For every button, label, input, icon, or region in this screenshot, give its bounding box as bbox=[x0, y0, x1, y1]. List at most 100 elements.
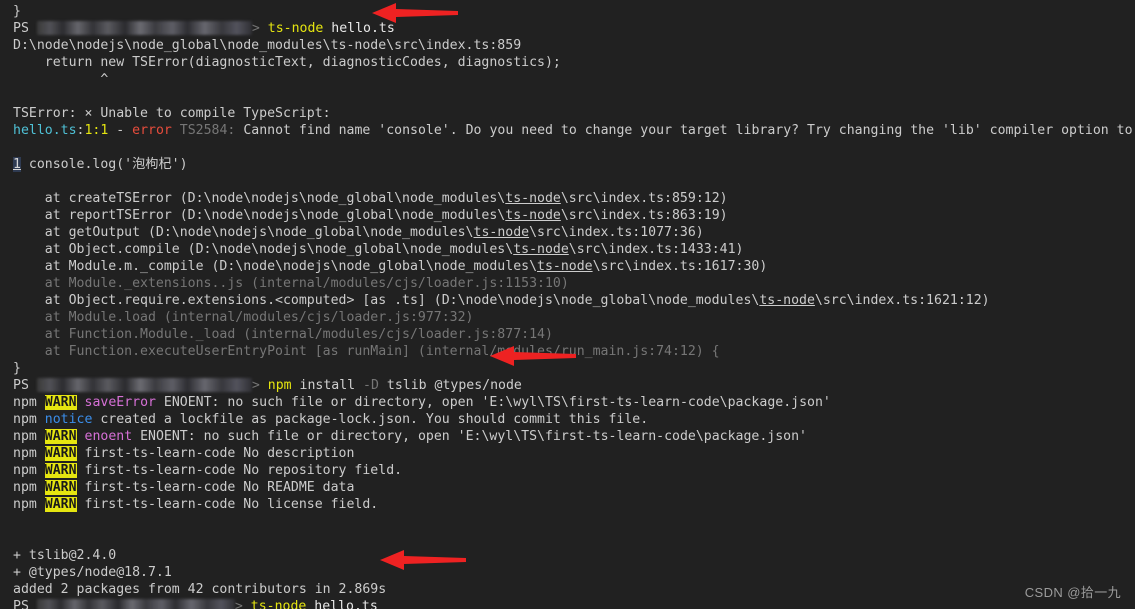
error-code: TS2584: bbox=[171, 123, 236, 138]
command-flag: -D bbox=[363, 378, 379, 393]
command-ts-node: ts-node bbox=[250, 599, 307, 609]
npm-log-line: npm WARN enoent ENOENT: no such file or … bbox=[0, 428, 1135, 445]
npm-warn-badge: WARN bbox=[44, 395, 77, 410]
prompt-chevron: > bbox=[251, 21, 260, 36]
npm-prefix: npm bbox=[13, 412, 37, 427]
error-dash: - bbox=[108, 123, 133, 138]
stack-module: ts-node bbox=[759, 293, 815, 308]
npm-prefix: npm bbox=[13, 446, 37, 461]
output-line: return new TSError(diagnosticText, diagn… bbox=[0, 54, 1135, 71]
stack-module: ts-node bbox=[505, 208, 561, 223]
stack-frame: at Object.compile (D:\node\nodejs\node_g… bbox=[0, 241, 1135, 258]
stack-text: at reportTSError (D:\node\nodejs\node_gl… bbox=[13, 208, 506, 223]
stack-module: ts-node bbox=[473, 225, 530, 240]
csdn-watermark: CSDN @拾一九 bbox=[1024, 585, 1121, 600]
stack-text: at createTSError (D:\node\nodejs\node_gl… bbox=[13, 191, 506, 206]
npm-log-line: npm WARN saveError ENOENT: no such file … bbox=[0, 394, 1135, 411]
line-text: ^ bbox=[13, 72, 109, 87]
installed-package-line: + @types/node@18.7.1 bbox=[0, 564, 1135, 581]
prompt-ps-label: PS bbox=[13, 378, 29, 393]
output-line: D:\node\nodejs\node_global\node_modules\… bbox=[0, 37, 1135, 54]
source-snippet-line: 1 console.log('泡枸杞') bbox=[0, 156, 1135, 173]
npm-message: first-ts-learn-code No description bbox=[76, 446, 355, 461]
npm-prefix: npm bbox=[13, 395, 37, 410]
stack-text: at Object.compile (D:\node\nodejs\node_g… bbox=[13, 242, 514, 257]
caret-marker-line: ^ bbox=[0, 71, 1135, 88]
source-line-number: 1 bbox=[13, 157, 21, 172]
error-position: 1:1 bbox=[84, 123, 109, 138]
line-text: + tslib@2.4.0 bbox=[13, 548, 117, 563]
npm-message: first-ts-learn-code No repository field. bbox=[76, 463, 403, 478]
installed-package-line: + tslib@2.4.0 bbox=[0, 547, 1135, 564]
prompt-ps-label: PS bbox=[13, 599, 29, 609]
npm-tag: notice bbox=[44, 412, 93, 427]
stack-text: at Module._extensions..js (internal/modu… bbox=[13, 276, 569, 291]
redacted-path bbox=[36, 599, 235, 609]
stack-text: at Module.m._compile (D:\node\nodejs\nod… bbox=[13, 259, 538, 274]
npm-warn-badge: WARN bbox=[44, 446, 77, 461]
redacted-path bbox=[36, 21, 252, 35]
stack-text: at Module.load (internal/modules/cjs/loa… bbox=[13, 310, 474, 325]
line-text: return new TSError(diagnosticText, diagn… bbox=[13, 55, 561, 70]
line-text: D:\node\nodejs\node_global\node_modules\… bbox=[13, 38, 522, 53]
prompt-line-2: PS > npm install -D tslib @types/node bbox=[0, 377, 1135, 394]
prompt-line-3: PS > ts-node hello.ts bbox=[0, 598, 1135, 609]
install-summary-line: added 2 packages from 42 contributors in… bbox=[0, 581, 1135, 598]
npm-prefix: npm bbox=[13, 429, 37, 444]
command-ts-node: ts-node bbox=[267, 21, 324, 36]
stack-module: ts-node bbox=[505, 191, 561, 206]
stack-frame: at Object.require.extensions.<computed> … bbox=[0, 292, 1135, 309]
prompt-ps-label: PS bbox=[13, 21, 29, 36]
terminal-window[interactable]: } PS > ts-node hello.ts D:\node\nodejs\n… bbox=[0, 0, 1135, 609]
stack-tail: \src\index.ts:859:12) bbox=[560, 191, 728, 206]
npm-message: ENOENT: no such file or directory, open … bbox=[132, 429, 808, 444]
tserror-heading: TSError: ⨯ Unable to compile TypeScript: bbox=[0, 105, 1135, 122]
stack-text: at Function.executeUserEntryPoint [as ru… bbox=[13, 344, 720, 359]
output-line: } bbox=[0, 360, 1135, 377]
npm-warn-badge: WARN bbox=[44, 497, 77, 512]
npm-log-line: npm WARN first-ts-learn-code No README d… bbox=[0, 479, 1135, 496]
line-text: TSError: ⨯ Unable to compile TypeScript: bbox=[13, 106, 331, 121]
stack-tail: \src\index.ts:1077:36) bbox=[529, 225, 704, 240]
npm-warn-badge: WARN bbox=[44, 480, 77, 495]
error-file: hello.ts bbox=[13, 123, 77, 138]
line-text: } bbox=[13, 361, 21, 376]
source-code: console.log('泡枸杞') bbox=[28, 157, 188, 172]
stack-frame-internal: at Module.load (internal/modules/cjs/loa… bbox=[0, 309, 1135, 326]
stack-text: at Function.Module._load (internal/modul… bbox=[13, 327, 553, 342]
error-keyword: error bbox=[132, 123, 172, 138]
prompt-chevron: > bbox=[251, 378, 260, 393]
npm-warn-badge: WARN bbox=[44, 429, 77, 444]
stack-frame: at getOutput (D:\node\nodejs\node_global… bbox=[0, 224, 1135, 241]
line-text: } bbox=[13, 4, 21, 19]
stack-tail: \src\index.ts:1433:41) bbox=[568, 242, 744, 257]
npm-prefix: npm bbox=[13, 480, 37, 495]
stack-frame: at reportTSError (D:\node\nodejs\node_gl… bbox=[0, 207, 1135, 224]
command-arg-hello-ts: hello.ts bbox=[314, 599, 378, 609]
stack-module: ts-node bbox=[513, 242, 569, 257]
error-message: Cannot find name 'console'. Do you need … bbox=[243, 123, 1133, 138]
npm-tag: enoent bbox=[84, 429, 133, 444]
npm-log-line: npm WARN first-ts-learn-code No license … bbox=[0, 496, 1135, 513]
command-subcommand: install bbox=[291, 378, 364, 393]
command-npm: npm bbox=[267, 378, 292, 393]
stack-frame-internal: at Module._extensions..js (internal/modu… bbox=[0, 275, 1135, 292]
stack-frame: at createTSError (D:\node\nodejs\node_gl… bbox=[0, 190, 1135, 207]
stack-frame-internal: at Function.executeUserEntryPoint [as ru… bbox=[0, 343, 1135, 360]
command-arg-hello-ts: hello.ts bbox=[331, 21, 395, 36]
npm-warn-badge: WARN bbox=[44, 463, 77, 478]
npm-message: created a lockfile as package-lock.json.… bbox=[92, 412, 649, 427]
npm-tag: saveError bbox=[84, 395, 156, 410]
npm-log-line: npm notice created a lockfile as package… bbox=[0, 411, 1135, 428]
terminal-output: } PS > ts-node hello.ts D:\node\nodejs\n… bbox=[0, 0, 1135, 609]
stack-tail: \src\index.ts:1617:30) bbox=[592, 259, 768, 274]
npm-prefix: npm bbox=[13, 463, 37, 478]
command-packages: tslib @types/node bbox=[378, 378, 522, 393]
npm-message: ENOENT: no such file or directory, open … bbox=[155, 395, 831, 410]
npm-message: first-ts-learn-code No license field. bbox=[76, 497, 379, 512]
